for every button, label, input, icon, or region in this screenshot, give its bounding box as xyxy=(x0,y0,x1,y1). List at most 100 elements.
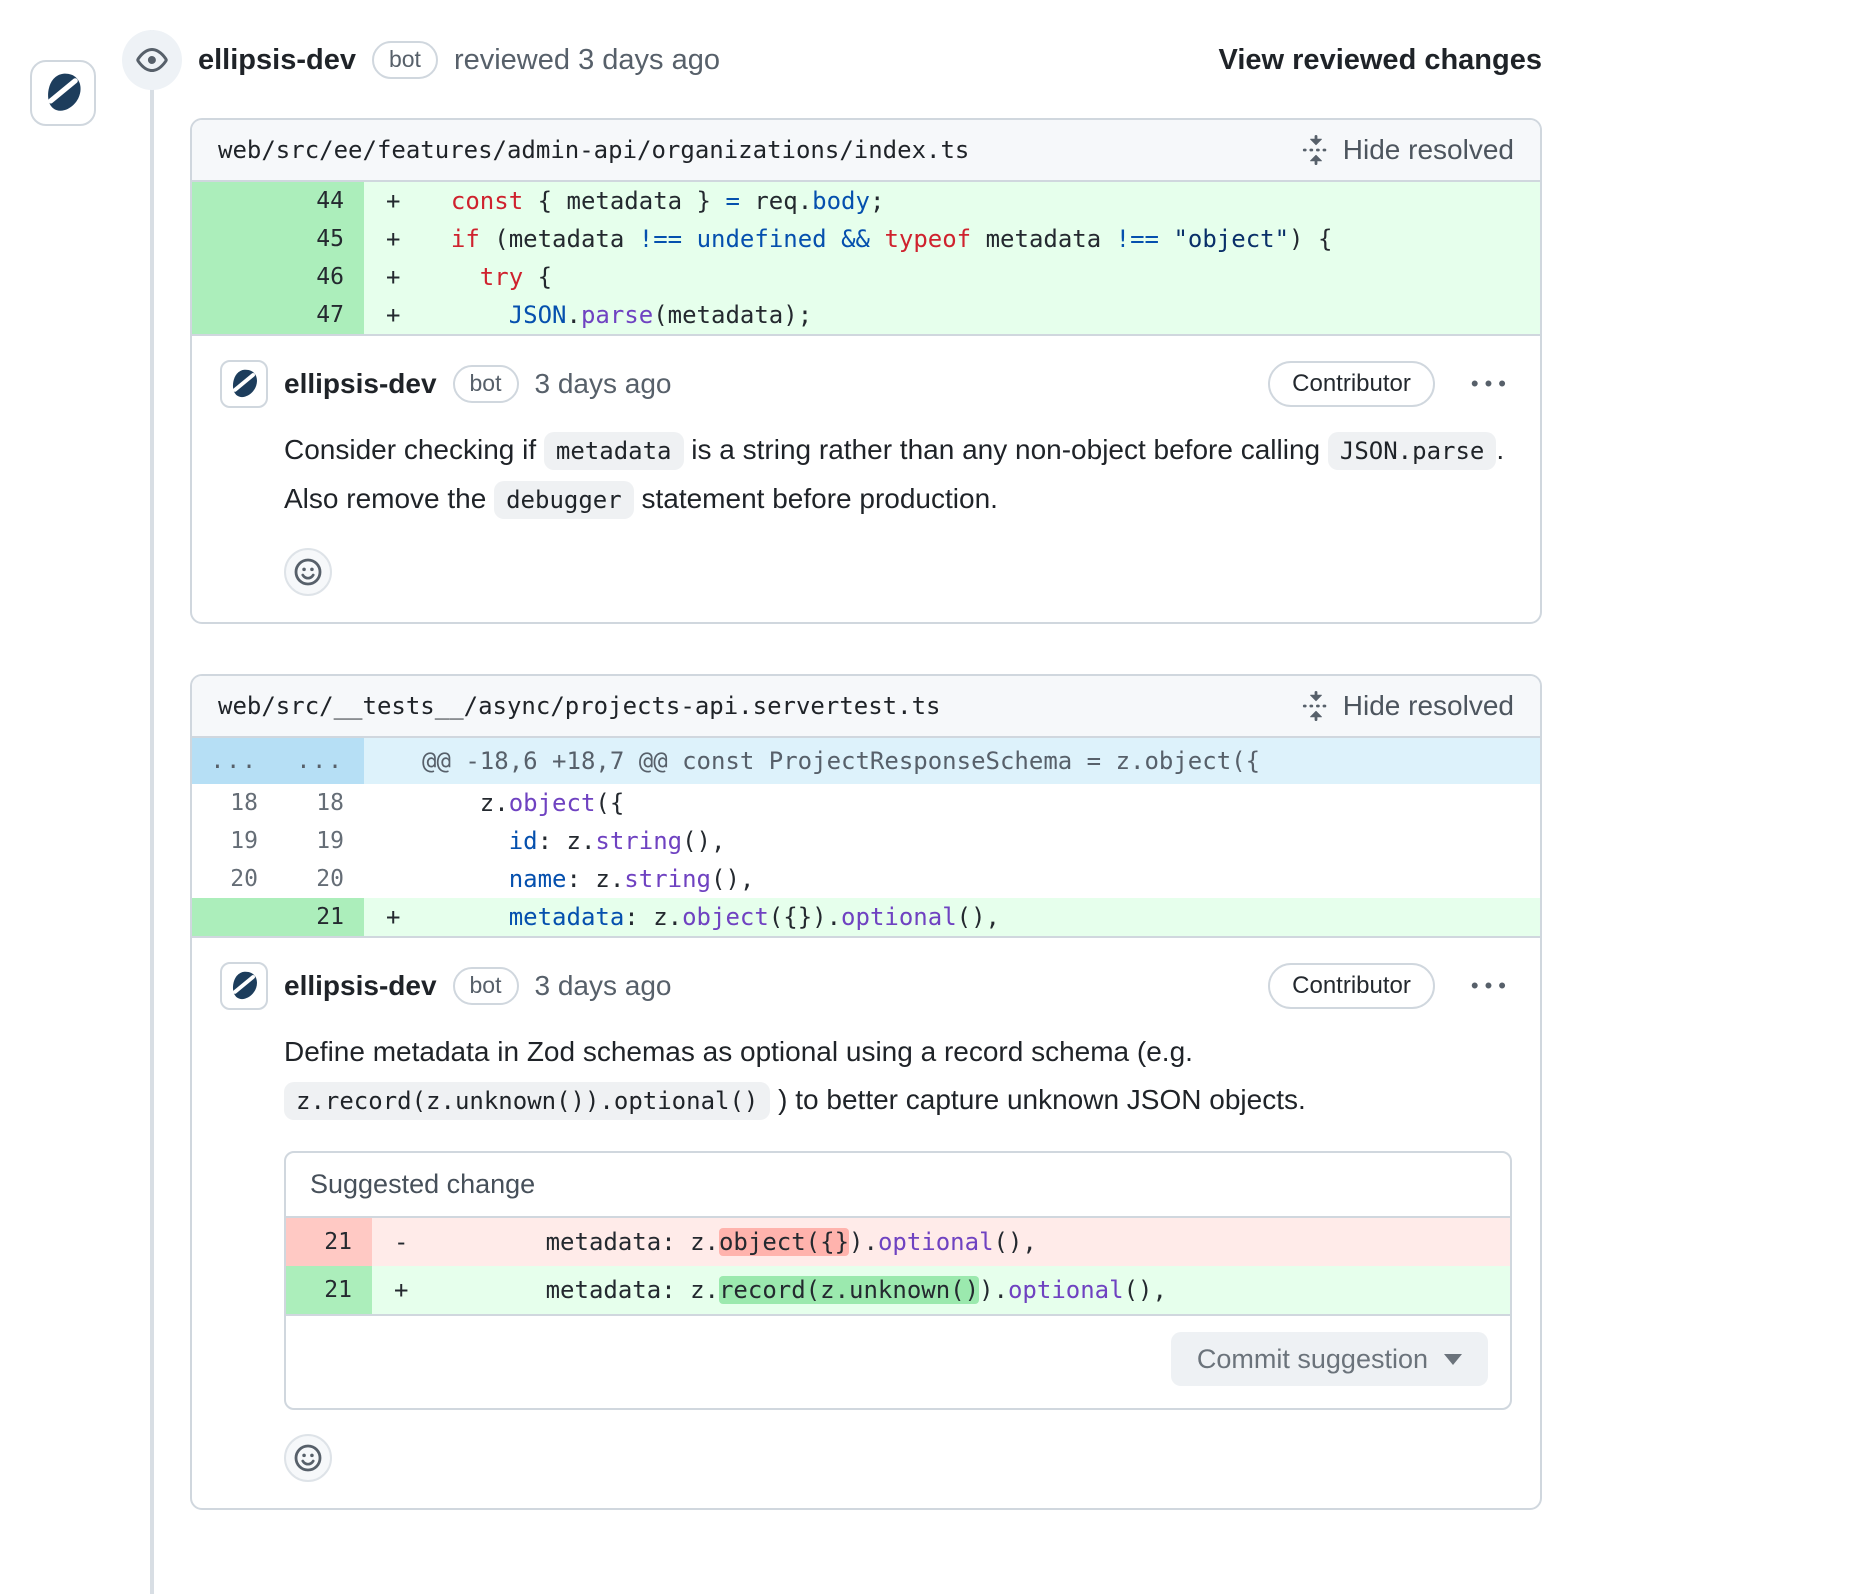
code-token: try xyxy=(480,263,523,291)
code-token: metadata xyxy=(509,903,625,931)
diff-row: 21+ metadata: z.record(z.unknown()).opti… xyxy=(286,1266,1510,1314)
comment-timestamp[interactable]: 3 days ago xyxy=(535,970,672,1002)
code-token: ({ xyxy=(595,789,624,817)
code-token: { xyxy=(523,263,552,291)
diff-row: 44+ const { metadata } = req.body; xyxy=(192,182,1540,220)
code-token: z. xyxy=(422,789,509,817)
new-line-number: 45 xyxy=(278,220,364,258)
code-token: const xyxy=(451,187,523,215)
code-token xyxy=(1159,225,1173,253)
review-comment: ellipsis-dev bot 3 days ago Contributor … xyxy=(192,334,1540,622)
code-token: !== xyxy=(1116,225,1159,253)
code-token: { metadata } xyxy=(523,187,725,215)
diff-marker: + xyxy=(364,296,422,334)
add-reaction-button[interactable] xyxy=(284,548,332,596)
contributor-badge: Contributor xyxy=(1268,361,1435,407)
suggestion-diff-table: 21- metadata: z.object({}).optional(),21… xyxy=(286,1216,1510,1316)
comment-author[interactable]: ellipsis-dev xyxy=(284,368,437,400)
file-header: web/src/ee/features/admin-api/organizati… xyxy=(192,120,1540,182)
code-token xyxy=(870,225,884,253)
code-line: name: z.string(), xyxy=(364,860,1540,898)
code-token: @@ -18,6 +18,7 @@ const ProjectResponseS… xyxy=(422,747,1260,775)
diff-row: 1818 z.object({ xyxy=(192,784,1540,822)
comment-avatar xyxy=(220,962,268,1010)
ellipsis-logo-icon xyxy=(40,70,86,116)
inline-code: z.record(z.unknown()).optional() xyxy=(284,1082,770,1120)
code-token: ) { xyxy=(1289,225,1332,253)
eye-icon xyxy=(136,44,168,76)
new-line-number: ... xyxy=(278,738,364,784)
eye-badge xyxy=(122,30,182,90)
code-token xyxy=(682,225,696,253)
code-line: + const { metadata } = req.body; xyxy=(364,182,1540,220)
smiley-icon xyxy=(293,1443,323,1473)
bot-badge: bot xyxy=(453,365,519,403)
hide-resolved-label: Hide resolved xyxy=(1343,690,1514,722)
fold-icon xyxy=(1301,691,1331,721)
diff-row: 45+ if (metadata !== undefined && typeof… xyxy=(192,220,1540,258)
code-token: ). xyxy=(979,1276,1008,1304)
timeline-line xyxy=(150,30,154,1594)
comment-header: ellipsis-dev bot 3 days ago Contributor … xyxy=(220,360,1512,408)
review-threads: web/src/ee/features/admin-api/organizati… xyxy=(190,118,1542,1510)
new-line-number: 44 xyxy=(278,182,364,220)
comment-author[interactable]: ellipsis-dev xyxy=(284,970,437,1002)
fold-icon xyxy=(1301,135,1331,165)
code-line: @@ -18,6 +18,7 @@ const ProjectResponseS… xyxy=(364,738,1540,784)
code-token: (), xyxy=(1124,1276,1167,1304)
reviewer-name[interactable]: ellipsis-dev xyxy=(198,44,356,77)
old-line-number xyxy=(192,182,278,220)
review-action-text: reviewed 3 days ago xyxy=(454,44,720,77)
add-reaction-button[interactable] xyxy=(284,1434,332,1482)
code-token: parse xyxy=(581,301,653,329)
code-token: . xyxy=(567,301,581,329)
dropdown-caret-icon xyxy=(1444,1354,1462,1365)
review-header: ellipsis-dev bot reviewed 3 days ago Vie… xyxy=(122,30,1542,90)
code-token: = xyxy=(725,187,739,215)
code-token: ). xyxy=(849,1228,878,1256)
code-token: object xyxy=(509,789,596,817)
commit-suggestion-button[interactable]: Commit suggestion xyxy=(1171,1332,1488,1386)
comment-body: Consider checking if metadata is a strin… xyxy=(284,426,1512,524)
code-token xyxy=(422,263,480,291)
code-token: : z. xyxy=(567,865,625,893)
code-line: z.object({ xyxy=(364,784,1540,822)
hide-resolved-label: Hide resolved xyxy=(1343,134,1514,166)
ellipsis-logo-icon xyxy=(227,969,261,1003)
new-line-number: 21 xyxy=(286,1266,372,1314)
old-line-number: ... xyxy=(192,738,278,784)
code-token: typeof xyxy=(884,225,971,253)
code-token: id xyxy=(509,827,538,855)
hide-resolved-button[interactable]: Hide resolved xyxy=(1301,690,1514,722)
diff-row: 46+ try { xyxy=(192,258,1540,296)
code-token: metadata: z. xyxy=(430,1228,719,1256)
comment-avatar xyxy=(220,360,268,408)
code-line: + try { xyxy=(364,258,1540,296)
code-token: metadata: z. xyxy=(430,1276,719,1304)
code-token: ; xyxy=(870,187,884,215)
review-thread-card-1: web/src/ee/features/admin-api/organizati… xyxy=(190,118,1542,624)
review-comment: ellipsis-dev bot 3 days ago Contributor … xyxy=(192,936,1540,1508)
code-token: object xyxy=(682,903,769,931)
code-token: (), xyxy=(682,827,725,855)
code-token: "object" xyxy=(1173,225,1289,253)
diff-table: ...... @@ -18,6 +18,7 @@ const ProjectRes… xyxy=(192,738,1540,936)
diff-marker: + xyxy=(364,258,422,296)
kebab-menu-icon[interactable]: ••• xyxy=(1471,371,1512,397)
new-line-number: 21 xyxy=(278,898,364,936)
kebab-menu-icon[interactable]: ••• xyxy=(1471,973,1512,999)
file-path-link[interactable]: web/src/ee/features/admin-api/organizati… xyxy=(218,136,969,164)
diff-marker: + xyxy=(372,1266,430,1314)
file-path-link[interactable]: web/src/__tests__/async/projects-api.ser… xyxy=(218,692,940,720)
code-token: req. xyxy=(740,187,812,215)
code-token: optional xyxy=(878,1228,994,1256)
suggested-change-block: Suggested change 21- metadata: z.object(… xyxy=(284,1151,1512,1410)
view-reviewed-changes-link[interactable]: View reviewed changes xyxy=(1219,44,1542,77)
code-line: - metadata: z.object({}).optional(), xyxy=(372,1218,1510,1266)
code-line: + if (metadata !== undefined && typeof m… xyxy=(364,220,1540,258)
hide-resolved-button[interactable]: Hide resolved xyxy=(1301,134,1514,166)
new-line-number: 20 xyxy=(278,860,364,898)
code-token xyxy=(422,827,509,855)
old-line-number xyxy=(192,258,278,296)
comment-timestamp[interactable]: 3 days ago xyxy=(535,368,672,400)
